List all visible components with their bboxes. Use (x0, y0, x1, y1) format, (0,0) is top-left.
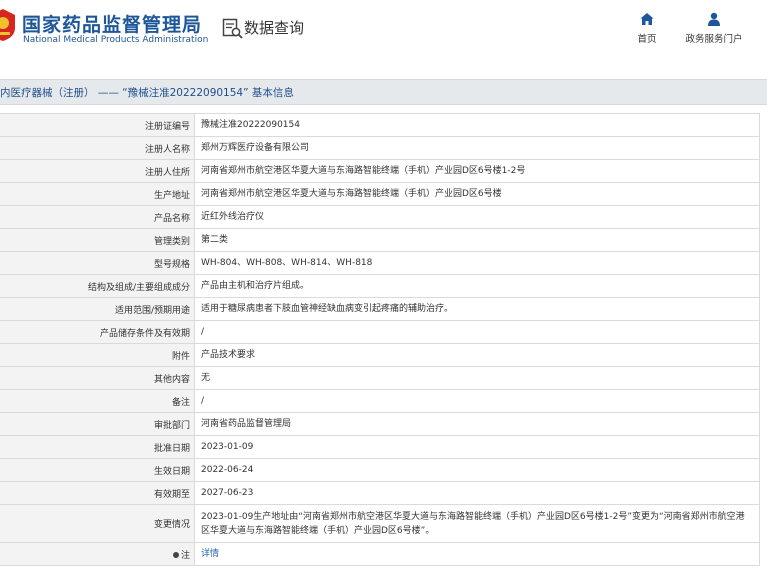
table-row: 型号规格 WH-804、WH-808、WH-814、WH-818 (0, 251, 760, 275)
field-value: 豫械注准20222090154 (194, 113, 760, 137)
table-row: 审批部门 河南省药品监督管理局 (0, 412, 760, 436)
field-value: 适用于糖尿病患者下肢血管神经缺血病变引起疼痛的辅助治疗。 (194, 297, 760, 321)
field-label: 生产地址 (0, 182, 195, 206)
field-value: 无 (194, 366, 760, 390)
field-label: 产品储存条件及有效期 (0, 320, 195, 344)
field-label: 审批部门 (0, 412, 195, 436)
details-link[interactable]: 详情 (201, 549, 219, 559)
field-value: 产品由主机和治疗片组成。 (194, 274, 760, 298)
field-label: 适用范围/预期用途 (0, 297, 195, 321)
field-value: WH-804、WH-808、WH-814、WH-818 (194, 251, 760, 275)
table-row: 生效日期 2022-06-24 (0, 458, 760, 482)
table-row: 注册人住所 河南省郑州市航空港区华夏大道与东海路智能终端（手机）产业园D区6号楼1… (0, 159, 760, 183)
table-row: 其他内容无 (0, 366, 760, 390)
field-label: 备注 (0, 389, 195, 413)
field-label: 结构及组成/主要组成成分 (0, 274, 195, 298)
home-icon (640, 13, 654, 25)
note-label: 注 (180, 550, 190, 561)
field-value: 2023-01-09 (194, 435, 760, 459)
table-row-note: 注 详情 (0, 542, 760, 566)
field-value: 河南省郑州市航空港区华夏大道与东海路智能终端（手机）产业园D区6号楼 (194, 182, 760, 206)
field-value: 郑州万辉医疗设备有限公司 (194, 136, 760, 160)
field-label: 其他内容 (0, 366, 195, 390)
field-value: 产品技术要求 (194, 343, 760, 367)
field-value: 近红外线治疗仪 (194, 205, 760, 229)
table-row: 注册人名称 郑州万辉医疗设备有限公司 (0, 136, 760, 160)
bullet-icon (172, 551, 179, 558)
table-row: 产品储存条件及有效期 / (0, 320, 760, 344)
site-subtitle: National Medical Products Administration (23, 35, 209, 45)
national-emblem-icon (0, 9, 15, 41)
field-label: 注册人住所 (0, 159, 195, 183)
nav-portal-link[interactable]: 政务服务门户 (679, 12, 749, 45)
field-value: 2023-01-09生产地址由“河南省郑州市航空港区华夏大道与东海路智能终端（手… (194, 504, 760, 543)
nav-home-label: 首页 (637, 34, 657, 45)
field-label: 管理类别 (0, 228, 195, 252)
record-title: 内医疗器械（注册） —— “豫械注准20222090154” 基本信息 (0, 87, 294, 99)
field-label: 有效期至 (0, 481, 195, 505)
user-icon (708, 12, 720, 26)
data-query-icon (222, 18, 243, 39)
field-value: 第二类 (194, 228, 760, 252)
field-label: 注册人名称 (0, 136, 195, 160)
record-title-bar: 内医疗器械（注册） —— “豫械注准20222090154” 基本信息 (0, 79, 767, 105)
data-query-label: 数据查询 (244, 19, 305, 37)
table-row: 批准日期 2023-01-09 (0, 435, 760, 459)
field-label: 批准日期 (0, 435, 195, 459)
nav-home-link[interactable]: 首页 (630, 12, 664, 45)
table-row: 产品名称 近红外线治疗仪 (0, 205, 760, 229)
field-label: 产品名称 (0, 205, 195, 229)
site-title: 国家药品监督管理局 (22, 14, 203, 36)
field-label: 生效日期 (0, 458, 195, 482)
field-value: 河南省药品监督管理局 (194, 412, 760, 436)
table-row: 变更情况 2023-01-09生产地址由“河南省郑州市航空港区华夏大道与东海路智能… (0, 504, 760, 543)
table-row: 生产地址 河南省郑州市航空港区华夏大道与东海路智能终端（手机）产业园D区6号楼 (0, 182, 760, 206)
table-row: 管理类别 第二类 (0, 228, 760, 252)
note-value-cell: 详情 (194, 542, 760, 566)
nav-portal-label: 政务服务门户 (685, 34, 743, 45)
table-row: 结构及组成/主要组成成分 产品由主机和治疗片组成。 (0, 274, 760, 298)
table-row: 附件 产品技术要求 (0, 343, 760, 367)
field-label: 附件 (0, 343, 195, 367)
field-value: / (194, 320, 760, 344)
site-header: 国家药品监督管理局 National Medical Products Admi… (0, 0, 767, 66)
field-value: 河南省郑州市航空港区华夏大道与东海路智能终端（手机）产业园D区6号楼1-2号 (194, 159, 760, 183)
field-label: 注册证编号 (0, 113, 195, 137)
note-label-cell: 注 (0, 542, 195, 566)
field-value: 2022-06-24 (194, 458, 760, 482)
device-info-table: 注册证编号 豫械注准20222090154 注册人名称 郑州万辉医疗设备有限公司 注册人… (0, 113, 760, 566)
field-label: 型号规格 (0, 251, 195, 275)
table-row: 注册证编号 豫械注准20222090154 (0, 113, 760, 137)
table-row: 备注 / (0, 389, 760, 413)
field-value: / (194, 389, 760, 413)
table-row: 适用范围/预期用途 适用于糖尿病患者下肢血管神经缺血病变引起疼痛的辅助治疗。 (0, 297, 760, 321)
field-value: 2027-06-23 (194, 481, 760, 505)
table-row: 有效期至 2027-06-23 (0, 481, 760, 505)
field-label: 变更情况 (0, 504, 195, 543)
